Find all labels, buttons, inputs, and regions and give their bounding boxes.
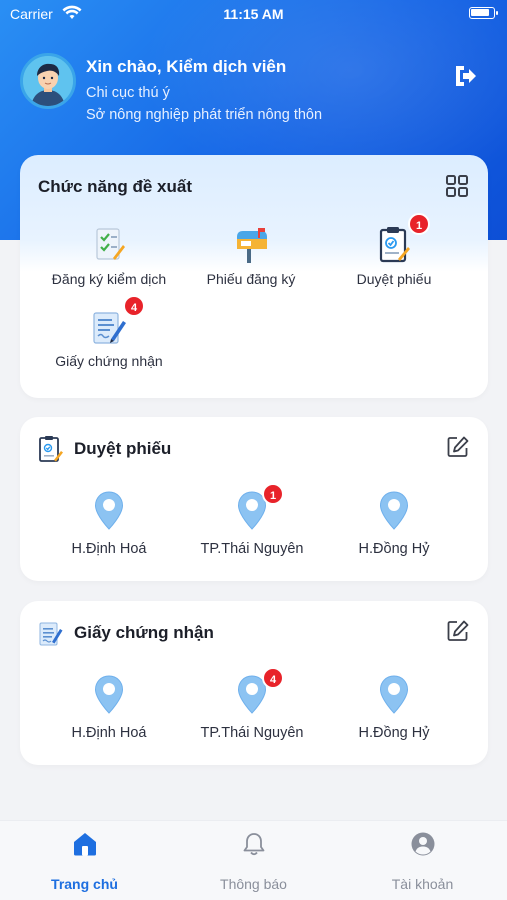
notification-badge: 4: [123, 295, 145, 317]
user-icon: [411, 832, 434, 856]
location-item[interactable]: H.Định Hoá: [34, 675, 184, 741]
feature-label: Duyệt phiếu: [356, 271, 432, 287]
suggested-functions-card: Chức năng đề xuất Đăng ký kiểm dịch Phiế…: [20, 155, 488, 398]
tab-label: Thông báo: [220, 876, 287, 892]
status-bar: Carrier 11:15 AM: [0, 0, 507, 28]
tab-home[interactable]: Trang chủ: [0, 831, 169, 892]
certificate-icon: [93, 312, 126, 344]
review-clipboard-icon: [39, 436, 63, 462]
location-label: TP.Thái Nguyên: [200, 541, 304, 557]
notification-badge: 4: [262, 667, 284, 689]
tab-label: Tài khoản: [391, 876, 454, 892]
location-label: H.Định Hoá: [71, 725, 147, 741]
map-pin-icon: [94, 675, 124, 714]
location-label: H.Định Hoá: [71, 541, 147, 557]
tab-label: Trang chủ: [51, 876, 118, 892]
bell-icon: [243, 833, 264, 856]
mailbox-icon: [237, 228, 267, 263]
tab-notifications[interactable]: Thông báo: [169, 831, 338, 892]
certificate-card: Giấy chứng nhận H.Định Hoá 4 TP.Thái Ngu…: [20, 601, 488, 765]
location-label: TP.Thái Nguyên: [200, 725, 304, 741]
user-avatar-icon: [23, 56, 73, 106]
feature-label: Đăng ký kiểm dịch: [51, 271, 167, 287]
notification-badge: 1: [408, 213, 430, 235]
map-pin-icon: [379, 675, 409, 714]
location-label: H.Đồng Hỷ: [358, 541, 430, 557]
notification-badge: 1: [262, 483, 284, 505]
feature-registration-form[interactable]: Phiếu đăng ký: [176, 225, 326, 287]
map-pin-icon: [94, 491, 124, 530]
edit-icon[interactable]: [446, 619, 470, 643]
feature-register-quarantine[interactable]: Đăng ký kiểm dịch: [34, 225, 184, 287]
feature-label: Phiếu đăng ký: [206, 271, 296, 287]
organization-name: Sở nông nghiệp phát triển nông thôn: [86, 107, 323, 123]
suggested-functions-title: Chức năng đề xuất: [38, 177, 192, 196]
location-item[interactable]: H.Đồng Hỷ: [319, 675, 469, 741]
certificate-icon: [39, 622, 63, 646]
map-pin-icon: [379, 491, 409, 530]
battery-icon: [469, 7, 498, 19]
feature-review-form[interactable]: 1 Duyệt phiếu: [319, 213, 469, 287]
tab-account[interactable]: Tài khoản: [338, 831, 507, 892]
home-icon: [73, 833, 96, 856]
review-form-title: Duyệt phiếu: [74, 439, 172, 458]
logout-icon[interactable]: [452, 64, 478, 88]
location-label: H.Đồng Hỷ: [358, 725, 430, 741]
edit-icon[interactable]: [446, 435, 470, 459]
feature-label: Giấy chứng nhận: [55, 353, 163, 369]
clock: 11:15 AM: [223, 6, 284, 22]
department-name: Chi cục thú ý: [86, 85, 170, 101]
certificate-title: Giấy chứng nhận: [74, 623, 214, 642]
location-item[interactable]: H.Đồng Hỷ: [319, 491, 469, 557]
register-quarantine-icon: [96, 228, 125, 260]
greeting: Xin chào, Kiểm dịch viên: [86, 57, 287, 76]
location-item[interactable]: 1 TP.Thái Nguyên: [177, 483, 327, 557]
bottom-tab-bar: Trang chủ Thông báo Tài khoản: [0, 820, 507, 900]
review-clipboard-icon: [379, 227, 410, 263]
location-item[interactable]: 4 TP.Thái Nguyên: [177, 667, 327, 741]
feature-certificate[interactable]: 4 Giấy chứng nhận: [34, 295, 184, 369]
grid-icon[interactable]: [446, 175, 468, 197]
location-item[interactable]: H.Định Hoá: [34, 491, 184, 557]
review-form-card: Duyệt phiếu H.Định Hoá 1 TP.Thái Nguyên: [20, 417, 488, 581]
